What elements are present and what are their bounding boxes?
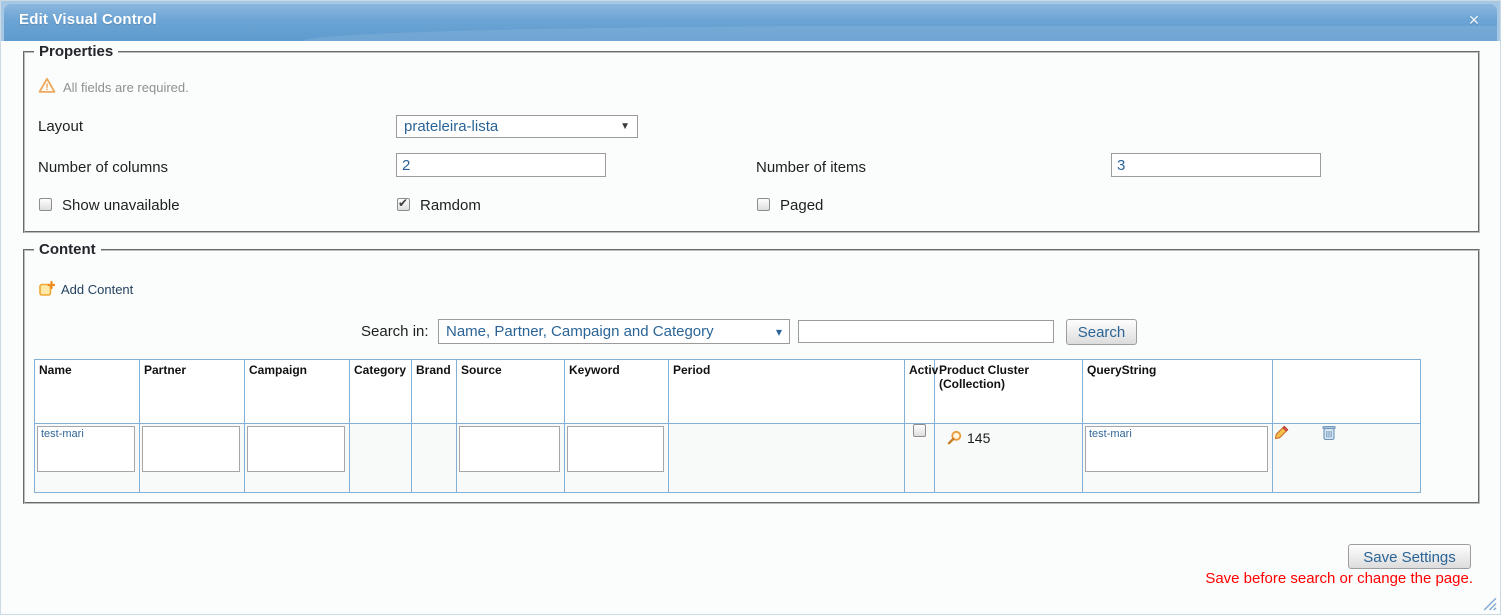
add-content-button[interactable]: Add Content <box>39 281 133 297</box>
layout-label: Layout <box>38 118 83 135</box>
save-warning-message: Save before search or change the page. <box>1205 570 1473 587</box>
edit-icon[interactable] <box>1273 424 1290 446</box>
column-header-product-cluster: Product Cluster (Collection) <box>935 360 1083 424</box>
items-label: Number of items <box>756 159 866 176</box>
columns-label: Number of columns <box>38 159 168 176</box>
column-header-querystring: QueryString <box>1083 360 1273 424</box>
edit-visual-control-dialog: Edit Visual Control ✕ Properties ! All f… <box>0 0 1501 615</box>
row-name-textarea[interactable]: test-mari <box>37 426 135 472</box>
row-keyword-textarea[interactable] <box>567 426 664 472</box>
layout-select[interactable]: prateleira-lista ▼ <box>396 115 638 138</box>
column-header-partner: Partner <box>140 360 245 424</box>
properties-section: Properties <box>23 43 1480 233</box>
search-in-label: Search in: <box>361 323 429 340</box>
column-header-brand: Brand <box>412 360 457 424</box>
columns-input[interactable] <box>396 153 606 177</box>
save-settings-button[interactable]: Save Settings <box>1348 544 1471 569</box>
delete-icon[interactable] <box>1321 424 1337 446</box>
show-unavailable-checkbox[interactable] <box>39 198 52 211</box>
column-header-name: Name <box>35 360 140 424</box>
properties-legend: Properties <box>34 43 118 60</box>
svg-text:!: ! <box>46 82 49 92</box>
dialog-titlebar: Edit Visual Control ✕ <box>1 1 1500 41</box>
show-unavailable-label: Show unavailable <box>62 197 180 214</box>
content-table: Name Partner Campaign Category Brand Sou… <box>34 359 1421 493</box>
dialog-titlebar-surface <box>4 4 1497 41</box>
warning-icon: ! <box>38 77 56 94</box>
column-header-campaign: Campaign <box>245 360 350 424</box>
row-period-cell <box>669 424 905 493</box>
row-source-textarea[interactable] <box>459 426 560 472</box>
add-content-label: Add Content <box>61 282 133 297</box>
row-partner-textarea[interactable] <box>142 426 240 472</box>
chevron-down-icon: ▾ <box>776 325 782 339</box>
column-header-category: Category <box>350 360 412 424</box>
chevron-down-icon: ▼ <box>620 121 630 132</box>
column-header-period: Period <box>669 360 905 424</box>
random-checkbox[interactable]: ✔ <box>397 198 410 211</box>
checkmark-glyph: ✔ <box>398 196 408 210</box>
paged-label: Paged <box>780 197 823 214</box>
search-scope-value: Name, Partner, Campaign and Category <box>446 323 714 340</box>
column-header-source: Source <box>457 360 565 424</box>
add-note-icon <box>39 281 55 297</box>
row-querystring-textarea[interactable]: test-mari <box>1085 426 1268 472</box>
resize-grip-icon[interactable] <box>1480 594 1497 611</box>
row-category-cell <box>350 424 412 493</box>
table-row: test-mari 145 <box>35 424 1421 493</box>
row-active-checkbox[interactable] <box>913 424 926 437</box>
column-header-keyword: Keyword <box>565 360 669 424</box>
paged-checkbox[interactable] <box>757 198 770 211</box>
dialog-title: Edit Visual Control <box>19 11 157 28</box>
random-label: Ramdom <box>420 197 481 214</box>
column-header-actions <box>1273 360 1421 424</box>
table-header-row: Name Partner Campaign Category Brand Sou… <box>35 360 1421 424</box>
layout-select-value: prateleira-lista <box>404 118 498 135</box>
search-button[interactable]: Search <box>1066 319 1137 345</box>
row-campaign-textarea[interactable] <box>247 426 345 472</box>
row-brand-cell <box>412 424 457 493</box>
product-cluster-value: 145 <box>967 430 990 446</box>
required-note: All fields are required. <box>63 80 189 95</box>
magnifier-icon[interactable] <box>947 430 963 446</box>
column-header-active: Activ <box>905 360 935 424</box>
search-input[interactable] <box>798 320 1054 343</box>
items-input[interactable] <box>1111 153 1321 177</box>
close-icon[interactable]: ✕ <box>1464 10 1484 30</box>
content-legend: Content <box>34 241 101 258</box>
search-scope-select[interactable]: Name, Partner, Campaign and Category ▾ <box>438 319 790 344</box>
